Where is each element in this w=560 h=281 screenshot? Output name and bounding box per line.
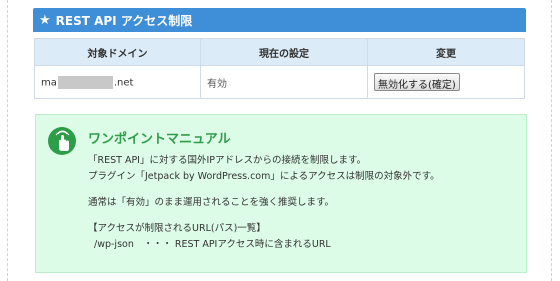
section-header: ★ REST API アクセス制限 [33,8,526,32]
frame-divider-right [551,0,552,281]
redacted-domain-mask [57,75,113,89]
disable-confirm-button[interactable]: 無効化する(確定) [374,73,460,91]
rest-api-panel: ★ REST API アクセス制限 対象ドメイン 現在の設定 変更 ma .net… [33,8,526,99]
tip-line: 【アクセスが制限されるURL(パス)一覧】 [88,223,266,234]
tip-line: /wp-json ・・・ REST APIアクセス時に含まれるURL [94,239,331,250]
tip-line: 通常は「有効」のまま運用されることを強く推奨します。 [88,197,335,208]
domain-suffix: .net [113,77,134,88]
frame-divider-left [7,0,8,281]
tip-box: ワンポイントマニュアル 「REST API」に対する国外IPアドレスからの接続を… [35,114,527,273]
column-header-status: 現在の設定 [200,38,368,66]
tap-hand-icon [48,127,76,155]
section-title: REST API アクセス制限 [55,13,193,28]
status-cell: 有効 [200,65,368,99]
action-cell: 無効化する(確定) [367,65,525,99]
column-header-domain: 対象ドメイン [34,38,201,66]
settings-table: 対象ドメイン 現在の設定 変更 ma .net 有効 無効化する(確定) [34,38,525,99]
tip-line: プラグイン「Jetpack by WordPress.com」によるアクセスは制… [88,171,440,182]
tip-line: 「REST API」に対する国外IPアドレスからの接続を制限します。 [88,155,367,166]
column-header-change: 変更 [367,38,525,66]
table-header-row: 対象ドメイン 現在の設定 変更 [34,38,525,66]
star-icon: ★ [39,12,51,28]
tip-title: ワンポイントマニュアル [88,132,231,147]
domain-cell: ma .net [34,65,201,99]
domain-prefix: ma [41,77,57,88]
table-row: ma .net 有効 無効化する(確定) [34,65,525,99]
tip-body: 「REST API」に対する国外IPアドレスからの接続を制限します。 プラグイン… [88,153,440,253]
